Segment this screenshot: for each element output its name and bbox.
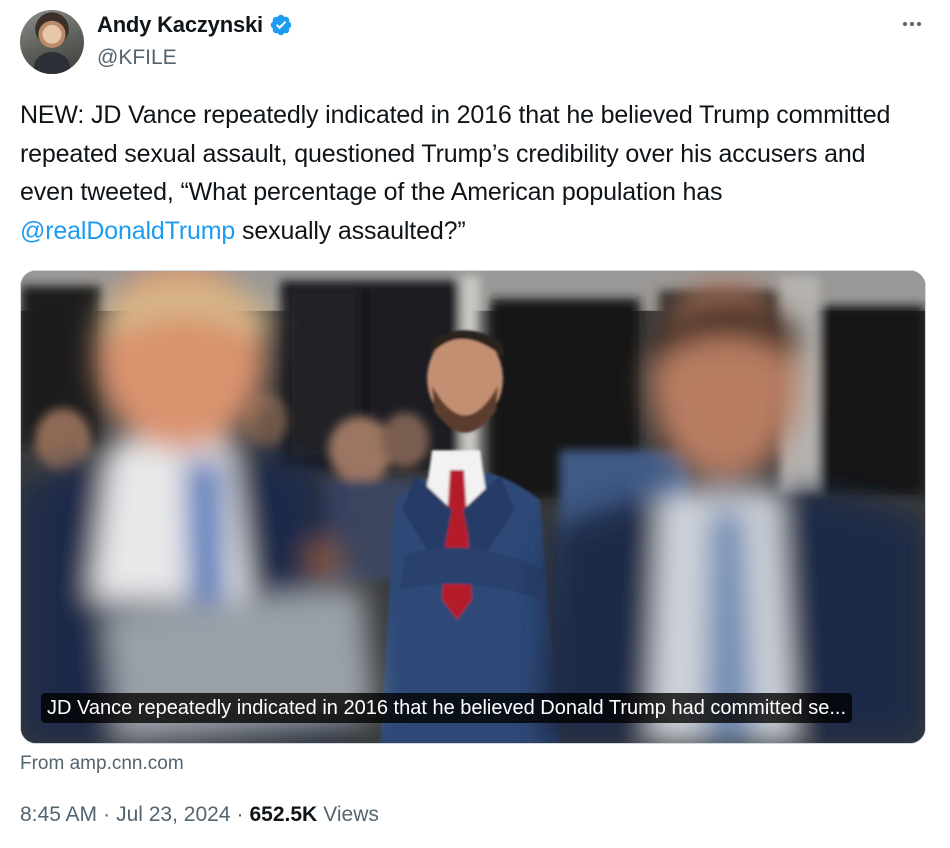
tweet-text-part: NEW: JD Vance repeatedly indicated in 20… (20, 101, 891, 206)
author-handle[interactable]: @KFILE (97, 46, 177, 70)
link-source[interactable]: From amp.cnn.com (20, 753, 184, 775)
more-options-icon[interactable] (898, 14, 926, 34)
meta-separator: · (236, 803, 244, 826)
verified-badge-icon (270, 14, 292, 36)
author-name-row: Andy Kaczynski (97, 12, 293, 38)
link-card-caption: JD Vance repeatedly indicated in 2016 th… (41, 693, 852, 723)
news-photo (21, 271, 925, 743)
tweet-time[interactable]: 8:45 AM (20, 803, 97, 827)
link-card-image[interactable]: JD Vance repeatedly indicated in 2016 th… (20, 270, 926, 744)
mention-link[interactable]: @realDonaldTrump (20, 217, 235, 245)
author-display-name[interactable]: Andy Kaczynski (97, 12, 263, 38)
views-label: Views (323, 803, 379, 826)
views-count[interactable]: 652.5K (250, 803, 318, 827)
tweet-text: NEW: JD Vance repeatedly indicated in 20… (20, 96, 925, 250)
author-avatar[interactable] (20, 10, 84, 74)
tweet-date[interactable]: Jul 23, 2024 (116, 803, 230, 827)
meta-separator: · (103, 803, 111, 826)
tweet-meta: 8:45 AM · Jul 23, 2024 · 652.5K Views (20, 803, 379, 827)
tweet-text-part: sexually assaulted?” (235, 216, 466, 245)
